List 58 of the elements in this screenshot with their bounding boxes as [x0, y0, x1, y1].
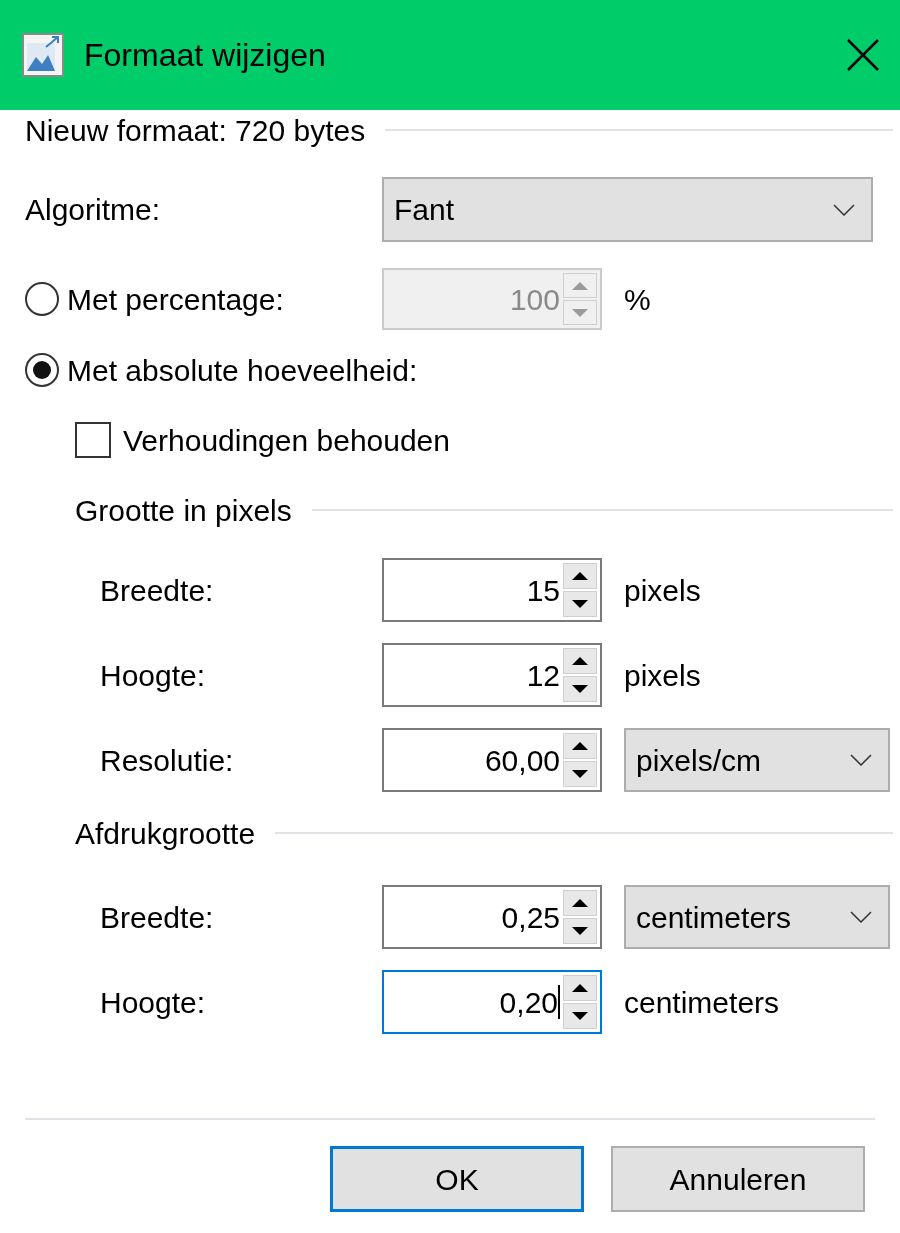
text-cursor: [558, 985, 560, 1019]
section-heading: Grootte in pixels: [75, 492, 292, 529]
dialog-button[interactable]: OK: [330, 1146, 584, 1212]
field-label: Resolutie:: [99, 742, 235, 779]
new-size-label: Nieuw formaat: 720 bytes: [25, 112, 366, 149]
field-label: Breedte:: [99, 572, 215, 609]
unit-dropdown[interactable]: centimeters: [624, 885, 890, 949]
spin-up-button[interactable]: [563, 563, 597, 589]
dialog-button[interactable]: Annuleren: [611, 1146, 865, 1212]
field-label: Hoogte:: [99, 984, 207, 1021]
spin-up-button[interactable]: [563, 733, 597, 759]
triangle-down-icon: [571, 599, 589, 609]
triangle-down-icon: [571, 684, 589, 694]
triangle-up-icon: [571, 898, 589, 908]
spin-down-button[interactable]: [563, 761, 597, 787]
close-icon[interactable]: [846, 38, 880, 72]
radio-button[interactable]: [25, 353, 59, 387]
triangle-up-icon: [571, 280, 589, 291]
triangle-down-icon: [571, 769, 589, 779]
algorithm-dropdown[interactable]: Fant: [382, 177, 873, 242]
number-field[interactable]: 0,20: [382, 970, 602, 1034]
unit-label: centimeters: [624, 984, 780, 1021]
triangle-down-icon: [571, 926, 589, 936]
spin-up-button[interactable]: [563, 975, 597, 1001]
chevron-down-icon: [833, 203, 855, 216]
radio-label: Met percentage:: [67, 281, 284, 318]
triangle-up-icon: [571, 571, 589, 581]
chevron-down-icon: [850, 911, 872, 923]
section-heading: Afdrukgrootte: [75, 815, 256, 852]
number-field[interactable]: 0,25: [382, 885, 602, 949]
number-field[interactable]: 15: [382, 558, 602, 622]
spin-up-button[interactable]: [563, 648, 597, 674]
triangle-up-icon: [571, 983, 589, 993]
field-label: Hoogte:: [99, 657, 207, 694]
triangle-up-icon: [571, 656, 589, 666]
spin-down-button[interactable]: [563, 591, 597, 617]
spin-up-button[interactable]: [563, 890, 597, 916]
checkbox-label: Verhoudingen behouden: [123, 422, 450, 459]
algorithm-label: Algoritme:: [25, 192, 162, 228]
radio-button[interactable]: [25, 282, 59, 316]
triangle-up-icon: [571, 741, 589, 751]
radio-label: Met absolute hoeveelheid:: [67, 352, 418, 389]
spin-down-button[interactable]: [563, 676, 597, 702]
spin-down-button[interactable]: [563, 918, 597, 944]
spin-down-button[interactable]: [563, 1003, 597, 1029]
unit-label: %: [624, 281, 651, 318]
unit-dropdown[interactable]: pixels/cm: [624, 728, 890, 792]
chevron-down-icon: [850, 754, 872, 766]
checkbox[interactable]: [75, 422, 111, 458]
image-resize-icon: [22, 33, 64, 77]
number-field[interactable]: 60,00: [382, 728, 602, 792]
triangle-down-icon: [571, 307, 589, 318]
unit-label: pixels: [624, 657, 701, 694]
field-label: Breedte:: [99, 899, 215, 936]
number-field[interactable]: 12: [382, 643, 602, 707]
window-title: Formaat wijzigen: [84, 36, 327, 75]
triangle-down-icon: [571, 1011, 589, 1021]
unit-label: pixels: [624, 572, 701, 609]
